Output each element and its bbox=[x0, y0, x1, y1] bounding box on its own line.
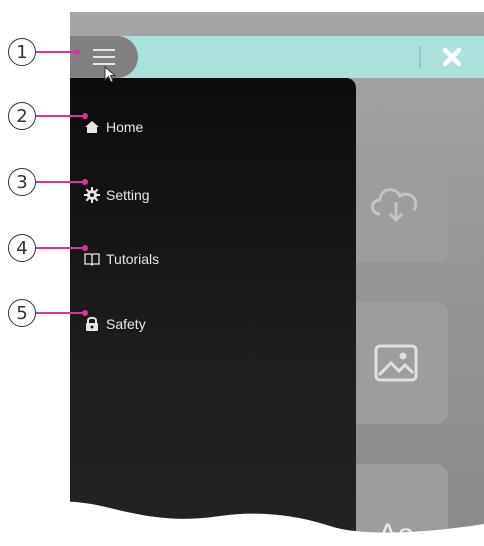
menu-item-safety[interactable]: Safety bbox=[84, 311, 146, 337]
callout-line-4 bbox=[36, 247, 84, 249]
image-icon bbox=[374, 344, 418, 382]
callout-dot-2 bbox=[82, 113, 88, 119]
callout-4: 4 bbox=[8, 234, 36, 262]
callout-3: 3 bbox=[8, 168, 36, 196]
callout-dot-4 bbox=[82, 245, 88, 251]
image-tile[interactable] bbox=[344, 302, 448, 424]
callout-line-2 bbox=[36, 115, 84, 117]
hamburger-icon bbox=[93, 49, 115, 65]
close-button[interactable] bbox=[438, 43, 466, 71]
cloud-download-tile[interactable] bbox=[344, 140, 448, 262]
callout-dot-1 bbox=[74, 49, 80, 55]
menu-item-setting[interactable]: Setting bbox=[84, 182, 150, 208]
torn-edge bbox=[0, 501, 484, 546]
app-screen: Aa Home Setting Tutorials Safety bbox=[70, 12, 484, 545]
callout-5: 5 bbox=[8, 299, 36, 327]
home-icon bbox=[84, 119, 100, 135]
menu-item-label: Setting bbox=[106, 187, 150, 203]
close-icon bbox=[442, 47, 462, 67]
callout-dot-5 bbox=[82, 310, 88, 316]
callout-line-1 bbox=[36, 51, 76, 53]
callout-line-5 bbox=[36, 312, 84, 314]
callout-line-3 bbox=[36, 181, 84, 183]
callout-1: 1 bbox=[8, 38, 36, 66]
menu-item-tutorials[interactable]: Tutorials bbox=[84, 246, 159, 272]
gear-icon bbox=[84, 187, 100, 203]
callout-2: 2 bbox=[8, 102, 36, 130]
navigation-drawer: Home Setting Tutorials Safety bbox=[70, 78, 356, 545]
menu-item-label: Home bbox=[106, 119, 144, 135]
book-icon bbox=[84, 251, 100, 267]
lock-icon bbox=[84, 316, 100, 332]
menu-item-home[interactable]: Home bbox=[84, 114, 143, 140]
cloud-download-icon bbox=[371, 188, 418, 223]
menu-item-label: Tutorials bbox=[106, 251, 160, 267]
menu-item-label: Safety bbox=[106, 316, 146, 332]
mouse-cursor-icon bbox=[104, 66, 117, 83]
top-bar-divider bbox=[419, 46, 421, 68]
callout-dot-3 bbox=[82, 179, 88, 185]
